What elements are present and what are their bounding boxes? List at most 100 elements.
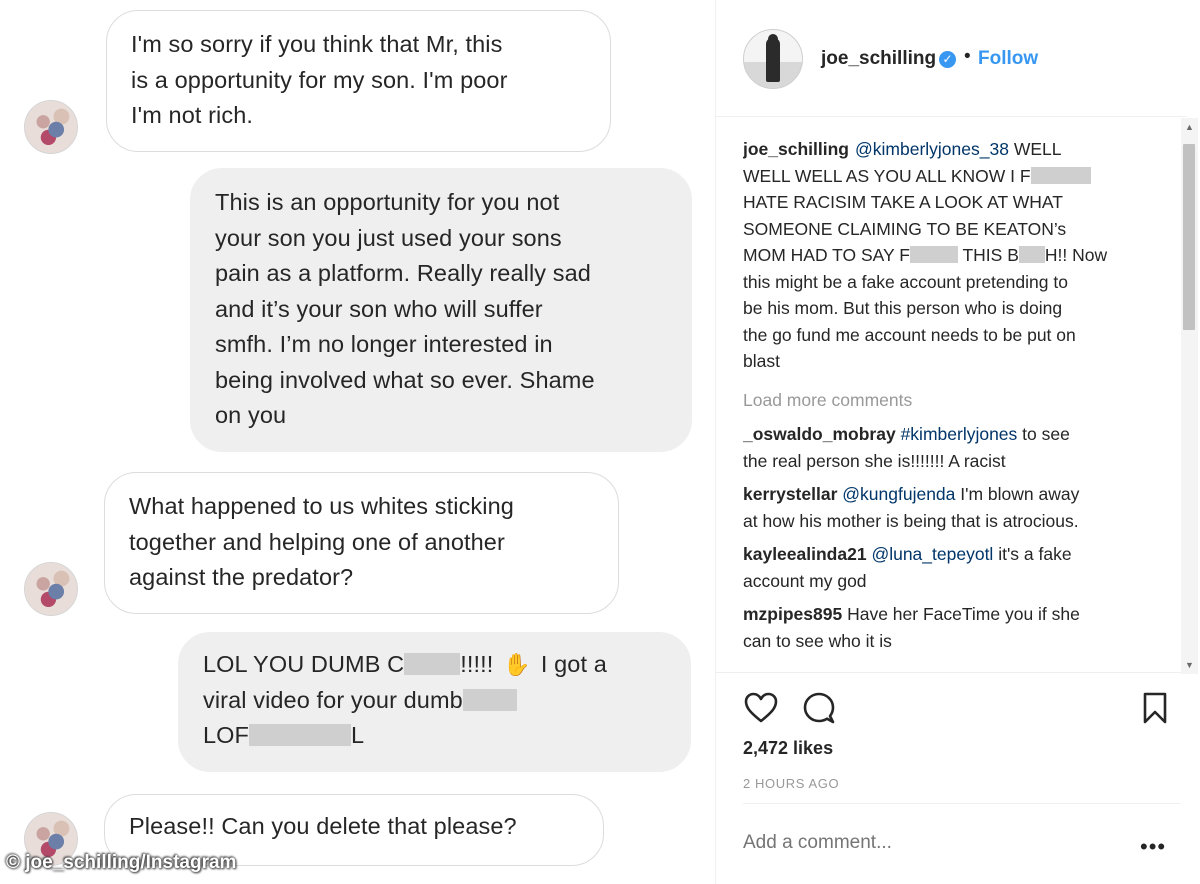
caption-line: WELL WELL AS YOU ALL KNOW I F	[743, 163, 1153, 190]
bookmark-icon-graphic	[1143, 692, 1167, 724]
sender-avatar[interactable]	[24, 562, 78, 616]
comment-line: kerrystellar @kungfujenda I'm blown away	[743, 481, 1153, 508]
caption-username[interactable]: joe_schilling	[743, 139, 849, 159]
message-text: being involved what so ever. Shame	[215, 366, 595, 393]
caption-text: WELL WELL AS YOU ALL KNOW I F	[743, 165, 1031, 186]
middle-finger-emoji-icon: ✋	[503, 652, 531, 677]
message-text: pain as a platform. Really really sad	[215, 260, 591, 286]
add-comment-input[interactable]	[743, 832, 1093, 854]
caption-line: MOM HAD TO SAY F THIS B H!! Now	[743, 242, 1153, 269]
comment-username[interactable]: kayleealinda21	[743, 544, 867, 564]
header-divider	[716, 116, 1186, 117]
comment-text: Have her FaceTime you if she	[847, 604, 1080, 624]
caption-text: THIS B	[957, 245, 1019, 265]
message-line: LOF L	[203, 718, 666, 754]
post-header: joe_schilling ✓ • Follow	[716, 22, 1200, 102]
comment: kayleealinda21 @luna_tepeyotl it's a fak…	[743, 541, 1153, 594]
comment-text: to see	[1017, 424, 1070, 444]
post-username[interactable]: joe_schilling	[821, 48, 936, 70]
comment-username[interactable]: _oswaldo_mobray	[743, 424, 896, 444]
message-bubble-outgoing: LOL YOU DUMB C!!!!! ✋ I got a viral video …	[178, 632, 691, 772]
caption-text: HATE RACISIM TAKE A LOOK AT WHAT	[743, 192, 1063, 212]
message-text: smfh. I’m no longer interested in	[215, 331, 553, 357]
caption-text: blast	[743, 351, 780, 371]
heart-icon[interactable]	[743, 690, 779, 726]
more-options-icon[interactable]: •••	[1140, 836, 1166, 858]
header-separator: •	[964, 46, 971, 67]
message-text: LOL YOU DUMB C	[203, 651, 405, 677]
caption-line: joe_schilling @kimberlyjones_38 WELL	[743, 136, 1153, 163]
like-count[interactable]: 2,472 likes	[743, 738, 833, 759]
comment: mzpipes895 Have her FaceTime you if she …	[743, 601, 1153, 654]
comment-line: mzpipes895 Have her FaceTime you if she	[743, 601, 1153, 628]
message-line: viral video for your dumb	[203, 683, 666, 719]
caption-text: SOMEONE CLAIMING TO BE KEATON’s	[743, 218, 1067, 239]
instagram-post-panel: joe_schilling ✓ • Follow joe_schilling @k…	[715, 0, 1200, 884]
message-text: your son you just used your sons	[215, 224, 562, 251]
message-text: against the predator?	[129, 564, 354, 590]
message-text: and it’s your son who will suffer	[215, 295, 543, 322]
censor-block	[404, 653, 461, 675]
comment-line: _oswaldo_mobray #kimberlyjones to see	[743, 421, 1153, 448]
comment-text: at how his mother is being that is atroc…	[743, 510, 1079, 531]
bookmark-icon[interactable]	[1137, 690, 1173, 726]
comments-scrollbar[interactable]: ▲ ▼	[1181, 118, 1198, 674]
speech-bubble-icon[interactable]	[801, 690, 837, 726]
comment-mention[interactable]: @kungfujenda	[842, 484, 955, 504]
post-action-bar	[743, 690, 1173, 730]
scrollbar-thumb[interactable]	[1183, 144, 1195, 330]
image-credit-watermark: © joe_schilling/Instagram	[6, 852, 237, 873]
censor-block	[909, 246, 958, 263]
comment-mention[interactable]: #kimberlyjones	[901, 424, 1018, 444]
heart-icon-graphic	[744, 692, 778, 723]
sender-avatar[interactable]	[24, 100, 78, 154]
comment-text: it's a fake	[993, 544, 1072, 564]
speech-bubble-icon-graphic	[803, 692, 835, 724]
post-timestamp: 2 HOURS AGO	[743, 776, 840, 791]
verified-badge-icon: ✓	[939, 51, 956, 68]
message-text: is a opportunity for my son. I'm poor	[131, 66, 508, 93]
comment-text: account my god	[743, 570, 867, 591]
message-text: What happened to us whites sticking	[129, 493, 514, 519]
load-more-comments-link[interactable]: Load more comments	[743, 387, 1153, 414]
comment-mention[interactable]: @luna_tepeyotl	[871, 544, 993, 564]
message-text: on you	[215, 402, 287, 428]
censor-block	[462, 688, 517, 711]
add-comment-divider	[743, 803, 1180, 804]
scroll-up-arrow-icon[interactable]: ▲	[1185, 122, 1194, 132]
caption-mention[interactable]: @kimberlyjones_38	[855, 139, 1009, 159]
caption-text: the go fund me account needs to be put o…	[743, 324, 1076, 345]
censor-block	[1030, 166, 1091, 184]
message-text: !!!!!	[460, 651, 494, 677]
message-bubble-incoming: I'm so sorry if you think that Mr, this …	[106, 10, 611, 152]
censor-block	[249, 724, 352, 746]
comment-text: the real person she is!!!!!!! A racist	[743, 450, 1006, 471]
comment: _oswaldo_mobray #kimberlyjones to see th…	[743, 421, 1153, 474]
message-text: Please!! Can you delete that please?	[129, 813, 517, 839]
comments-list[interactable]: joe_schilling @kimberlyjones_38 WELL WELL…	[743, 136, 1153, 666]
comment: kerrystellar @kungfujenda I'm blown away…	[743, 481, 1153, 534]
comment-username[interactable]: mzpipes895	[743, 604, 842, 624]
caption-text: MOM HAD TO SAY F	[743, 245, 910, 265]
comment-username[interactable]: kerrystellar	[743, 484, 837, 504]
message-text: I'm not rich.	[131, 102, 254, 128]
caption-text: H!! Now	[1044, 245, 1108, 265]
message-text: I got a	[540, 651, 607, 677]
comment-text: can to see who it is	[743, 630, 892, 651]
message-text: viral video for your dumb	[203, 686, 463, 713]
message-text: L	[351, 722, 365, 748]
message-line: LOL YOU DUMB C!!!!! ✋ I got a	[203, 647, 666, 683]
comments-divider	[716, 672, 1186, 673]
post-caption: joe_schilling @kimberlyjones_38 WELL WELL…	[743, 136, 1153, 375]
message-bubble-outgoing: This is an opportunity for you not your …	[190, 168, 692, 452]
caption-text: WELL	[1008, 139, 1062, 159]
avatar-figure-body	[766, 38, 780, 82]
message-text: This is an opportunity for you not	[215, 189, 560, 215]
comment-text: I'm blown away	[955, 484, 1080, 504]
profile-avatar[interactable]	[743, 29, 803, 89]
scroll-down-arrow-icon[interactable]: ▼	[1185, 660, 1194, 670]
comment-line: kayleealinda21 @luna_tepeyotl it's a fak…	[743, 541, 1153, 568]
follow-button[interactable]: Follow	[978, 48, 1038, 70]
caption-text: be his mom. But this person who is doing	[743, 298, 1063, 318]
message-bubble-incoming: What happened to us whites sticking toge…	[104, 472, 619, 614]
